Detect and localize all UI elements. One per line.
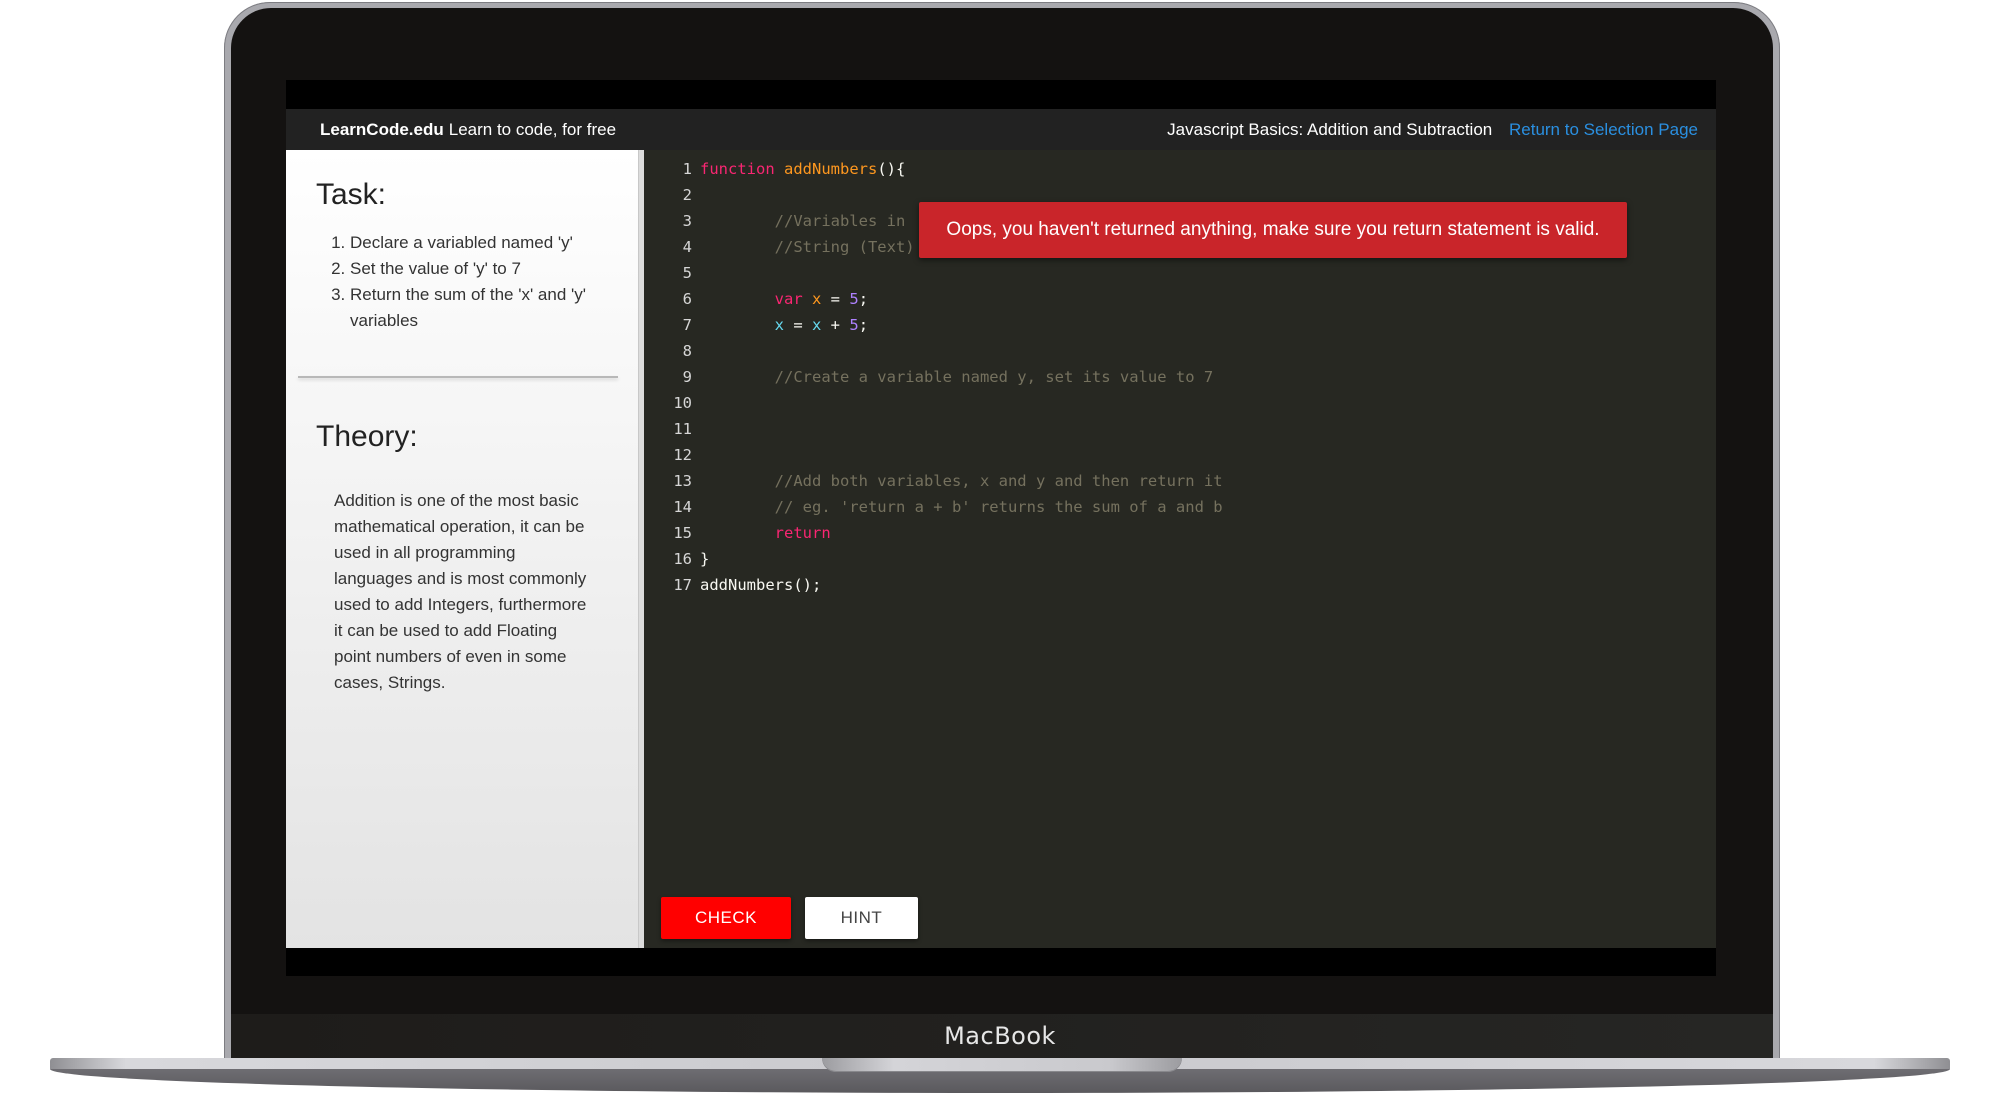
- code-line[interactable]: 14 // eg. 'return a + b' returns the sum…: [644, 494, 1223, 520]
- section-divider: [298, 376, 618, 378]
- line-content: //Variables in: [700, 208, 906, 234]
- code-line[interactable]: 9 //Create a variable named y, set its v…: [644, 364, 1223, 390]
- code-line[interactable]: 16}: [644, 546, 1223, 572]
- code-line[interactable]: 6 var x = 5;: [644, 286, 1223, 312]
- code-token-num: 5: [849, 316, 859, 334]
- code-token-keyword: function: [700, 160, 775, 178]
- line-content: var x = 5;: [700, 286, 868, 312]
- code-token-plain: +: [821, 316, 850, 334]
- code-line[interactable]: 15 return: [644, 520, 1223, 546]
- line-content: addNumbers();: [700, 572, 821, 598]
- code-token-plain: ;: [858, 290, 869, 308]
- line-number: 16: [673, 550, 692, 568]
- line-content: //Create a variable named y, set its val…: [700, 364, 1214, 390]
- top-navbar: LearnCode.edu Learn to code, for free Jav…: [286, 109, 1716, 150]
- task-heading: Task:: [316, 178, 387, 211]
- line-number: 9: [682, 368, 692, 386]
- code-token-var: x: [812, 316, 822, 334]
- code-token-comment: //String (Text): [774, 238, 915, 256]
- code-line[interactable]: 7 x = x + 5;: [644, 312, 1223, 338]
- line-number: 6: [682, 290, 692, 308]
- line-number: 13: [673, 472, 692, 490]
- brand-name[interactable]: LearnCode.edu: [320, 120, 444, 139]
- line-content: // eg. 'return a + b' returns the sum of…: [700, 494, 1223, 520]
- line-number: 11: [673, 420, 692, 438]
- code-token-comment: // eg. 'return a + b' returns the sum of…: [774, 498, 1223, 516]
- line-number: 3: [682, 212, 692, 230]
- code-token-fn: addNumbers: [784, 160, 878, 178]
- code-token-keyword: var: [774, 290, 803, 308]
- task-list: Declare a variabled named 'y' Set the va…: [330, 230, 620, 334]
- line-content: //String (Text): [700, 234, 915, 260]
- line-number: 5: [682, 264, 692, 282]
- code-token-comment: //Add both variables, x and y and then r…: [774, 472, 1223, 490]
- lesson-nav: Javascript Basics: Addition and Subtract…: [1167, 120, 1698, 140]
- screen: LearnCode.edu Learn to code, for free Jav…: [286, 80, 1716, 976]
- line-number: 17: [673, 576, 692, 594]
- line-number: 1: [682, 160, 692, 178]
- code-editor[interactable]: 1 function addNumbers(){ 2 3 //Variables in…: [644, 150, 1716, 948]
- brand-tagline: Learn to code, for free: [448, 119, 617, 139]
- code-token-orange: x: [812, 290, 822, 308]
- code-token-plain: addNumbers();: [700, 576, 822, 594]
- line-content: //Add both variables, x and y and then r…: [700, 468, 1223, 494]
- instructions-panel: Task: Declare a variabled named 'y' Set …: [286, 150, 639, 948]
- hint-button[interactable]: HINT: [805, 897, 918, 939]
- code-token-plain: =: [821, 290, 850, 308]
- code-token-plain: (){: [877, 160, 906, 178]
- code-token-comment: //Variables in: [774, 212, 906, 230]
- code-line[interactable]: 10: [644, 390, 1223, 416]
- device-label: MacBook: [944, 1022, 1056, 1050]
- error-message: Oops, you haven't returned anything, mak…: [946, 219, 1600, 240]
- code-line[interactable]: 12: [644, 442, 1223, 468]
- code-token-num: 5: [849, 290, 859, 308]
- code-line[interactable]: 1 function addNumbers(){: [644, 156, 1223, 182]
- line-number: 15: [673, 524, 692, 542]
- line-number: 2: [682, 186, 692, 204]
- code-token-comment: //Create a variable named y, set its val…: [774, 368, 1214, 386]
- code-line[interactable]: 17 addNumbers();: [644, 572, 1223, 598]
- check-button[interactable]: CHECK: [661, 897, 791, 939]
- lesson-title: Javascript Basics: Addition and Subtract…: [1167, 119, 1493, 139]
- code-token-plain: }: [700, 550, 710, 568]
- line-number: 14: [673, 498, 692, 516]
- code-token-var: x: [774, 316, 784, 334]
- code-line[interactable]: 13 //Add both variables, x and y and the…: [644, 468, 1223, 494]
- task-item: Declare a variabled named 'y': [350, 230, 620, 256]
- line-number: 8: [682, 342, 692, 360]
- laptop-opening-notch: [822, 1058, 1182, 1072]
- line-content: }: [700, 546, 709, 572]
- task-item: Return the sum of the 'x' and 'y' variab…: [350, 282, 620, 334]
- theory-text: Addition is one of the most basic mathem…: [334, 491, 587, 692]
- line-content: function addNumbers(){: [700, 156, 905, 182]
- code-line[interactable]: 5: [644, 260, 1223, 286]
- code-line[interactable]: 8: [644, 338, 1223, 364]
- theory-heading: Theory:: [316, 420, 418, 453]
- line-content: x = x + 5;: [700, 312, 868, 338]
- error-toast: Oops, you haven't returned anything, mak…: [919, 202, 1627, 258]
- line-number: 10: [673, 394, 692, 412]
- laptop-base-bottom: [50, 1069, 1950, 1093]
- line-content: return: [700, 520, 831, 546]
- task-item: Set the value of 'y' to 7: [350, 256, 620, 282]
- return-to-selection-link[interactable]: Return to Selection Page: [1509, 120, 1698, 139]
- code-line[interactable]: 11: [644, 416, 1223, 442]
- code-token-keyword: return: [774, 524, 831, 542]
- code-token-plain: =: [784, 316, 812, 334]
- code-token-plain: ;: [858, 316, 869, 334]
- line-number: 12: [673, 446, 692, 464]
- line-number: 4: [682, 238, 692, 256]
- site-brand: LearnCode.edu Learn to code, for free: [320, 120, 616, 140]
- line-number: 7: [682, 316, 692, 334]
